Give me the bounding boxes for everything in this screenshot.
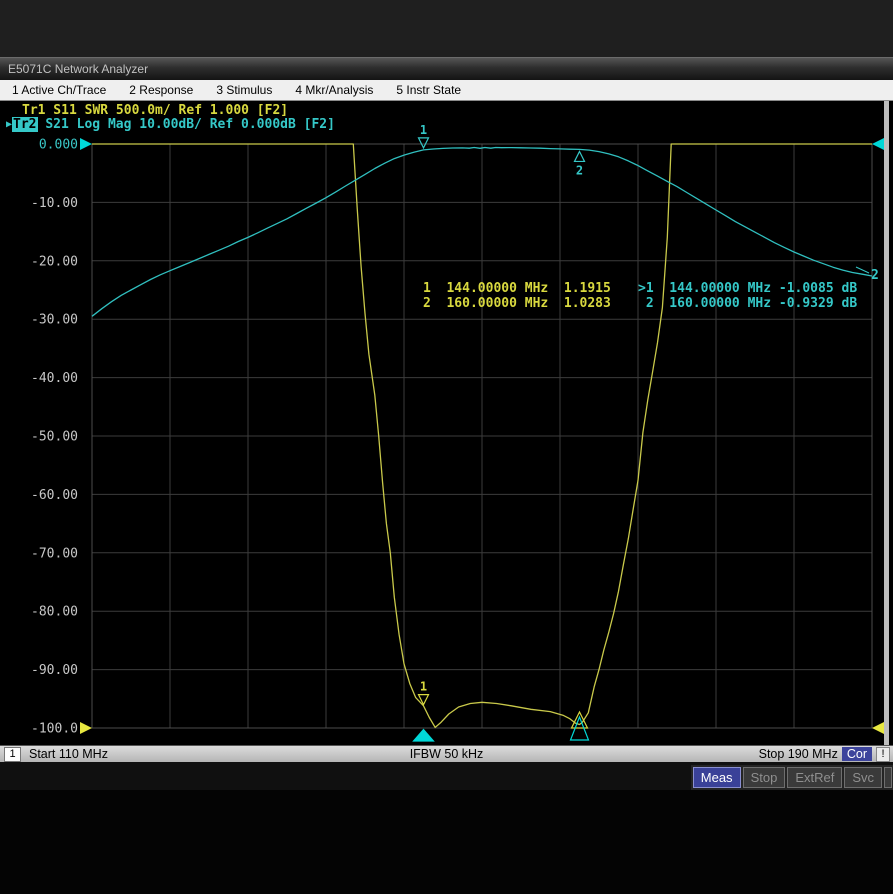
top-band <box>0 0 893 57</box>
marker-row: 2 160.00000 MHz -0.9329 dB <box>638 296 857 311</box>
softkey-partial[interactable] <box>884 767 892 788</box>
footer-bar: MeasStopExtRefSvc <box>0 762 893 790</box>
marker-row: >1 144.00000 MHz -1.0085 dB <box>638 281 857 296</box>
trace2-info: ▶Tr2 S21 Log Mag 10.00dB/ Ref 0.000dB [F… <box>6 117 335 132</box>
menu-item-1[interactable]: 1 Active Ch/Trace <box>0 83 117 97</box>
marker2-tr2-label: 2 <box>576 163 583 177</box>
window-title-bar: E5071C Network Analyzer <box>0 57 893 80</box>
trace2-detail: S21 Log Mag 10.00dB/ Ref 0.000dB [F2] <box>38 117 335 132</box>
softkey-stop[interactable]: Stop <box>743 767 786 788</box>
marker-table-tr2: >1 144.00000 MHz -1.0085 dB 2 160.00000 … <box>638 281 857 311</box>
trace2-end-tick <box>856 267 869 273</box>
marker1-stimulus-icon <box>414 730 434 742</box>
y-axis-tick-label: -10.00 <box>31 196 78 211</box>
marker-row: 2 160.00000 MHz 1.0283 <box>423 296 611 311</box>
marker2-tr2-icon <box>575 151 585 161</box>
correction-badge: Cor <box>842 747 872 761</box>
marker1-tr1-icon <box>419 695 429 705</box>
bottom-band <box>0 790 893 894</box>
ref-level-marker-tr1-right <box>872 722 884 734</box>
marker-table-tr1: 1 144.00000 MHz 1.19152 160.00000 MHz 1.… <box>423 281 611 311</box>
marker1-tr1-label: 1 <box>420 680 427 694</box>
alert-badge: ! <box>876 747 890 762</box>
marker-row: 1 144.00000 MHz 1.1915 <box>423 281 611 296</box>
marker2-tr1-icon <box>572 712 588 728</box>
trace1-info: Tr1 S11 SWR 500.0m/ Ref 1.000 [F2] <box>22 103 288 118</box>
softkey-svc[interactable]: Svc <box>844 767 882 788</box>
marker1-tr2-icon <box>419 138 429 148</box>
trace1-label: Tr1 <box>22 103 45 118</box>
softkey-extref[interactable]: ExtRef <box>787 767 842 788</box>
y-axis-tick-label: -40.00 <box>31 371 78 386</box>
trace1-detail: S11 SWR 500.0m/ Ref 1.000 [F2] <box>45 103 288 118</box>
plot-area: 0.000 -10.00 -20.00 -30.00 -40.00 -50.00 -60.0… <box>0 101 893 745</box>
softkey-meas[interactable]: Meas <box>693 767 741 788</box>
stop-frequency: Stop 190 MHz <box>759 747 838 761</box>
y-axis-tick-label: -30.00 <box>31 313 78 328</box>
ref-level-marker-tr2-left <box>80 138 92 150</box>
menu-bar: 1 Active Ch/Trace2 Response3 Stimulus4 M… <box>0 80 893 101</box>
y-axis-tick-label: 0.000 <box>39 138 78 153</box>
trace2-label: Tr2 <box>12 117 37 132</box>
softkey-row: MeasStopExtRefSvc <box>691 765 893 790</box>
y-axis-tick-label: -60.00 <box>31 488 78 503</box>
y-axis-tick-label: -100.0 <box>31 722 78 737</box>
menu-item-4[interactable]: 4 Mkr/Analysis <box>283 83 384 97</box>
y-axis-tick-label: -20.00 <box>31 254 78 269</box>
lcd-screen: 0.000 -10.00 -20.00 -30.00 -40.00 -50.00 -60.0… <box>0 101 893 745</box>
menu-item-5[interactable]: 5 Instr State <box>384 83 472 97</box>
marker1-tr2-label: 1 <box>420 123 427 137</box>
y-axis-tick-label: -70.00 <box>31 546 78 561</box>
status-bar: 1 Start 110 MHz IFBW 50 kHz Stop 190 MHz… <box>0 745 893 762</box>
screen-edge-strip <box>884 101 889 745</box>
trace2-end-label: 2 <box>871 268 879 283</box>
window-title: E5071C Network Analyzer <box>8 62 148 76</box>
menu-item-2[interactable]: 2 Response <box>117 83 204 97</box>
y-axis-tick-label: -80.00 <box>31 605 78 620</box>
y-axis-tick-label: -90.00 <box>31 663 78 678</box>
y-axis-tick-label: -50.00 <box>31 430 78 445</box>
ref-level-marker-tr2-right <box>872 138 884 150</box>
menu-item-3[interactable]: 3 Stimulus <box>204 83 283 97</box>
ref-level-marker-tr1-left <box>80 722 92 734</box>
